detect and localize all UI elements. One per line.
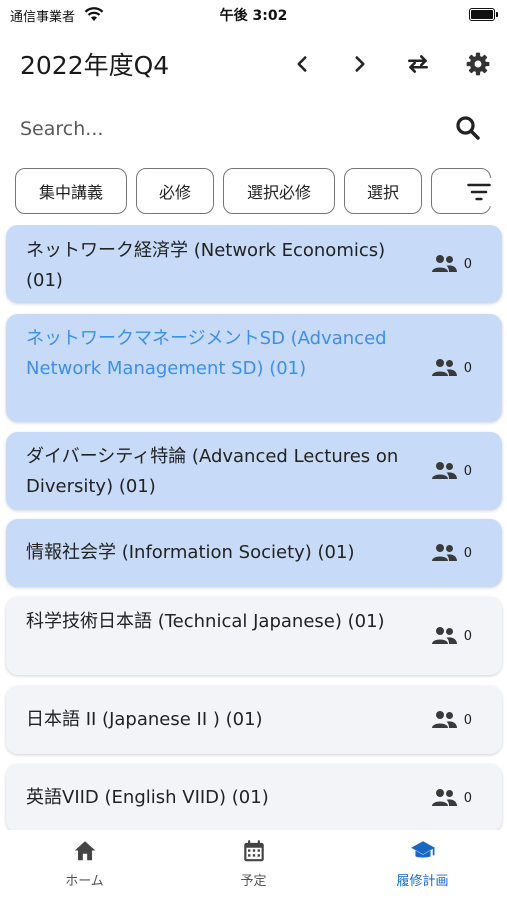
swap-button[interactable] (398, 44, 438, 84)
course-card[interactable]: 英語VIID (English VIID) (01) 0 (6, 764, 502, 830)
search-bar (20, 105, 487, 151)
course-title: 科学技術日本語 (Technical Japanese) (01) (26, 611, 385, 632)
nav-label: 予定 (240, 874, 267, 889)
enrollment-count-value: 0 (463, 360, 472, 376)
people-icon (431, 462, 457, 479)
prev-term-button[interactable] (282, 44, 322, 84)
nav-label: 履修計画 (396, 874, 449, 889)
status-bar: 通信事業者 午後 3:02 (0, 0, 507, 30)
course-title: 情報社会学 (Information Society) (01) (26, 542, 355, 563)
enrollment-count-value: 0 (463, 712, 472, 728)
home-icon (74, 841, 95, 861)
enrollment-count: 0 (430, 543, 472, 563)
enrollment-count-value: 0 (463, 790, 472, 806)
search-icon[interactable] (453, 113, 483, 143)
enrollment-count: 0 (430, 710, 472, 730)
course-title: ネットワークマネージメントSD (Advanced Network Manage… (26, 328, 387, 379)
chevron-left-icon (297, 56, 307, 72)
page-title: 2022年度Q4 (20, 51, 170, 80)
filter-chip-elective-required[interactable]: 選択必修 (223, 168, 335, 214)
settings-button[interactable] (458, 44, 498, 84)
filter-chip-required[interactable]: 必修 (136, 168, 214, 214)
graduation-cap-icon (410, 841, 435, 858)
course-card[interactable]: 情報社会学 (Information Society) (01) 0 (6, 519, 502, 587)
course-card[interactable]: ダイバーシティ特論 (Advanced Lectures on Diversit… (6, 432, 502, 510)
enrollment-count: 0 (430, 461, 472, 481)
next-term-button[interactable] (340, 44, 380, 84)
enrollment-count-value: 0 (463, 256, 472, 272)
header: 2022年度Q4 (0, 38, 507, 88)
enrollment-count-value: 0 (463, 545, 472, 561)
people-icon (431, 627, 457, 644)
enrollment-count-value: 0 (463, 628, 472, 644)
people-icon (431, 359, 457, 376)
course-list: ネットワーク経済学 (Network Economics) (01) 0 ネット… (0, 225, 507, 830)
nav-label: ホーム (65, 874, 104, 889)
enrollment-count: 0 (430, 626, 472, 646)
people-icon (431, 255, 457, 272)
enrollment-count-value: 0 (463, 463, 472, 479)
people-icon (431, 711, 457, 728)
filter-chips: 集中講義 必修 選択必修 選択 (0, 168, 507, 216)
course-title: ダイバーシティ特論 (Advanced Lectures on Diversit… (26, 446, 399, 497)
people-icon (431, 544, 457, 561)
battery-icon (469, 8, 498, 21)
bottom-nav: ホーム 予定 履修計画 (0, 830, 507, 900)
nav-item-home[interactable]: ホーム (0, 838, 169, 889)
filter-chip-intensive[interactable]: 集中講義 (15, 168, 127, 214)
clock: 午後 3:02 (219, 8, 288, 24)
course-card[interactable]: ネットワーク経済学 (Network Economics) (01) 0 (6, 225, 502, 303)
course-title: 日本語 II (Japanese II ) (01) (26, 709, 263, 730)
course-card[interactable]: 科学技術日本語 (Technical Japanese) (01) 0 (6, 597, 502, 675)
enrollment-count: 0 (430, 254, 472, 274)
nav-item-course-plan[interactable]: 履修計画 (338, 838, 507, 889)
calendar-icon (243, 840, 264, 862)
people-icon (431, 789, 457, 806)
search-input[interactable] (20, 113, 440, 145)
chevron-right-icon (355, 56, 365, 72)
nav-item-schedule[interactable]: 予定 (169, 838, 338, 889)
swap-arrows-icon (408, 55, 428, 73)
filter-chip-elective[interactable]: 選択 (344, 168, 422, 214)
course-card[interactable]: 日本語 II (Japanese II ) (01) 0 (6, 686, 502, 754)
enrollment-count: 0 (430, 788, 472, 808)
course-card[interactable]: ネットワークマネージメントSD (Advanced Network Manage… (6, 314, 502, 422)
course-title: ネットワーク経済学 (Network Economics) (01) (26, 240, 386, 291)
gear-icon (466, 52, 490, 76)
enrollment-count: 0 (430, 358, 472, 378)
sort-icon[interactable] (465, 178, 493, 206)
course-title: 英語VIID (English VIID) (01) (26, 787, 269, 808)
